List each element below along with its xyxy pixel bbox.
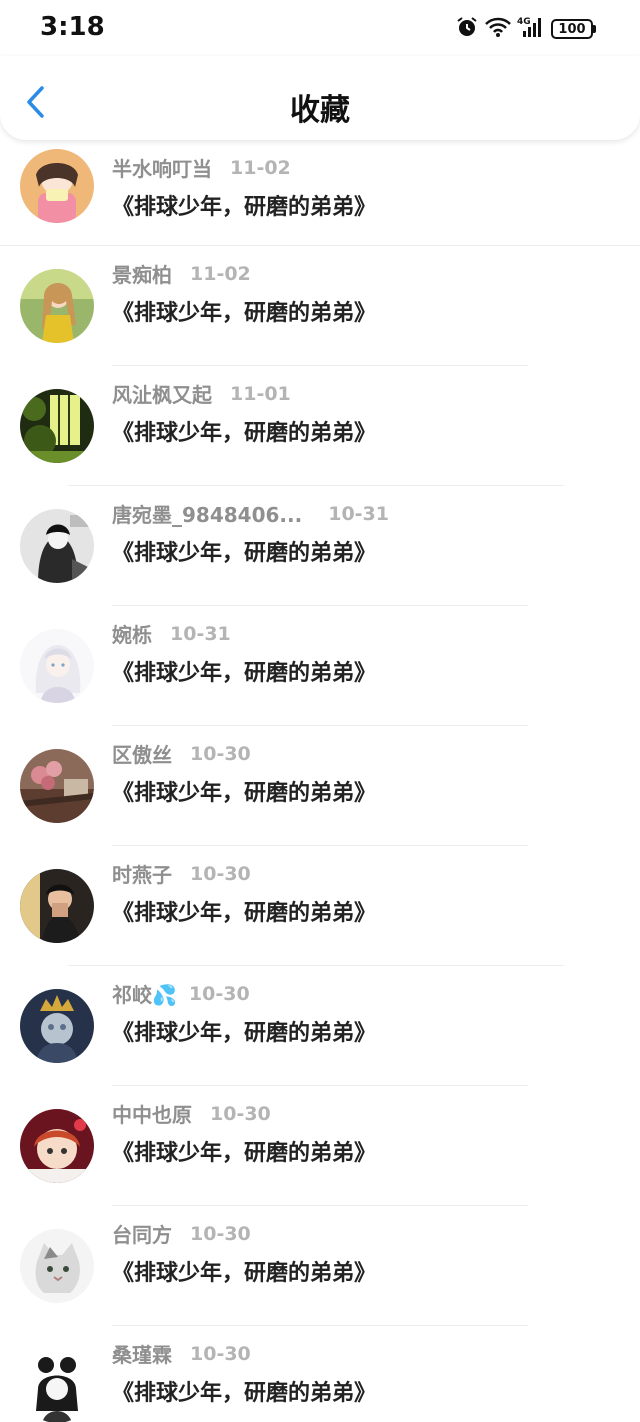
user-name[interactable]: 祁峧💦 [112, 979, 177, 1008]
list-item[interactable]: 风沚枫又起 11-01 《排球少年，研磨的弟弟》 [0, 366, 640, 486]
page-title: 收藏 [290, 93, 350, 128]
post-date: 10-30 [190, 742, 251, 765]
list-item[interactable]: 中中也原 10-30 《排球少年，研磨的弟弟》 [0, 1086, 640, 1206]
avatar[interactable] [20, 149, 94, 223]
post-date: 11-02 [230, 156, 291, 179]
list-item[interactable]: 景痴柏 11-02 《排球少年，研磨的弟弟》 [0, 246, 640, 366]
status-icons: 4G 100 [455, 15, 596, 43]
user-name[interactable]: 桑瑾霖 [112, 1339, 172, 1368]
list-item[interactable]: 半水响叮当 11-02 《排球少年，研磨的弟弟》 [0, 140, 640, 246]
user-name[interactable]: 婉栎 [112, 619, 152, 648]
alarm-icon [455, 15, 479, 43]
user-name[interactable]: 风沚枫又起 [112, 379, 212, 408]
favorite-title[interactable]: 《排球少年，研磨的弟弟》 [112, 535, 376, 567]
user-name[interactable]: 区傲丝 [112, 739, 172, 768]
post-date: 10-30 [210, 1102, 271, 1125]
favorite-title[interactable]: 《排球少年，研磨的弟弟》 [112, 1375, 376, 1407]
list-item[interactable]: 唐宛墨_9848406... 10-31 《排球少年，研磨的弟弟》 [0, 486, 640, 606]
avatar[interactable] [20, 629, 94, 703]
post-date: 11-01 [230, 382, 291, 405]
favorite-title[interactable]: 《排球少年，研磨的弟弟》 [112, 415, 376, 447]
list-item[interactable]: 时燕子 10-30 《排球少年，研磨的弟弟》 [0, 846, 640, 966]
avatar[interactable] [20, 1229, 94, 1303]
wifi-icon [485, 16, 511, 42]
favorite-title[interactable]: 《排球少年，研磨的弟弟》 [112, 895, 376, 927]
post-date: 10-30 [190, 1222, 251, 1245]
cellular-signal-icon: 4G [517, 15, 545, 43]
user-name[interactable]: 半水响叮当 [112, 153, 212, 182]
post-date: 11-02 [190, 262, 251, 285]
avatar[interactable] [20, 749, 94, 823]
list-item[interactable]: 婉栎 10-31 《排球少年，研磨的弟弟》 [0, 606, 640, 726]
avatar[interactable] [20, 1109, 94, 1183]
status-bar: 3:18 4G 100 [0, 0, 640, 56]
svg-text:4G: 4G [517, 17, 531, 27]
status-time: 3:18 [40, 12, 105, 42]
battery-level: 100 [551, 19, 593, 39]
avatar[interactable] [20, 869, 94, 943]
user-name[interactable]: 台同方 [112, 1219, 172, 1248]
avatar[interactable] [20, 389, 94, 463]
top-bar: 收藏 [0, 56, 640, 140]
user-name[interactable]: 时燕子 [112, 859, 172, 888]
favorite-title[interactable]: 《排球少年，研磨的弟弟》 [112, 1135, 376, 1167]
favorite-title[interactable]: 《排球少年，研磨的弟弟》 [112, 1255, 376, 1287]
avatar[interactable] [20, 989, 94, 1063]
favorite-title[interactable]: 《排球少年，研磨的弟弟》 [112, 295, 376, 327]
list-item[interactable]: 桑瑾霖 10-30 《排球少年，研磨的弟弟》 [0, 1326, 640, 1422]
favorite-title[interactable]: 《排球少年，研磨的弟弟》 [112, 775, 376, 807]
avatar[interactable] [20, 1349, 94, 1422]
user-name[interactable]: 唐宛墨_9848406... [112, 499, 302, 528]
favorite-title[interactable]: 《排球少年，研磨的弟弟》 [112, 655, 376, 687]
list-item[interactable]: 台同方 10-30 《排球少年，研磨的弟弟》 [0, 1206, 640, 1326]
post-date: 10-30 [190, 862, 251, 885]
avatar[interactable] [20, 509, 94, 583]
post-date: 10-30 [188, 982, 250, 1005]
post-date: 10-31 [170, 622, 231, 645]
favorite-title[interactable]: 《排球少年，研磨的弟弟》 [112, 1015, 376, 1047]
user-name[interactable]: 中中也原 [112, 1099, 192, 1128]
battery-icon: 100 [551, 19, 596, 39]
avatar[interactable] [20, 269, 94, 343]
favorite-title[interactable]: 《排球少年，研磨的弟弟》 [112, 189, 376, 221]
user-name[interactable]: 景痴柏 [112, 259, 172, 288]
list-item[interactable]: 祁峧💦 10-30 《排球少年，研磨的弟弟》 [0, 966, 640, 1086]
post-date: 10-30 [190, 1342, 251, 1365]
favorites-list: 半水响叮当 11-02 《排球少年，研磨的弟弟》 景痴柏 11-02 《排球少年… [0, 140, 640, 1422]
post-date: 10-31 [328, 502, 389, 525]
list-item[interactable]: 区傲丝 10-30 《排球少年，研磨的弟弟》 [0, 726, 640, 846]
